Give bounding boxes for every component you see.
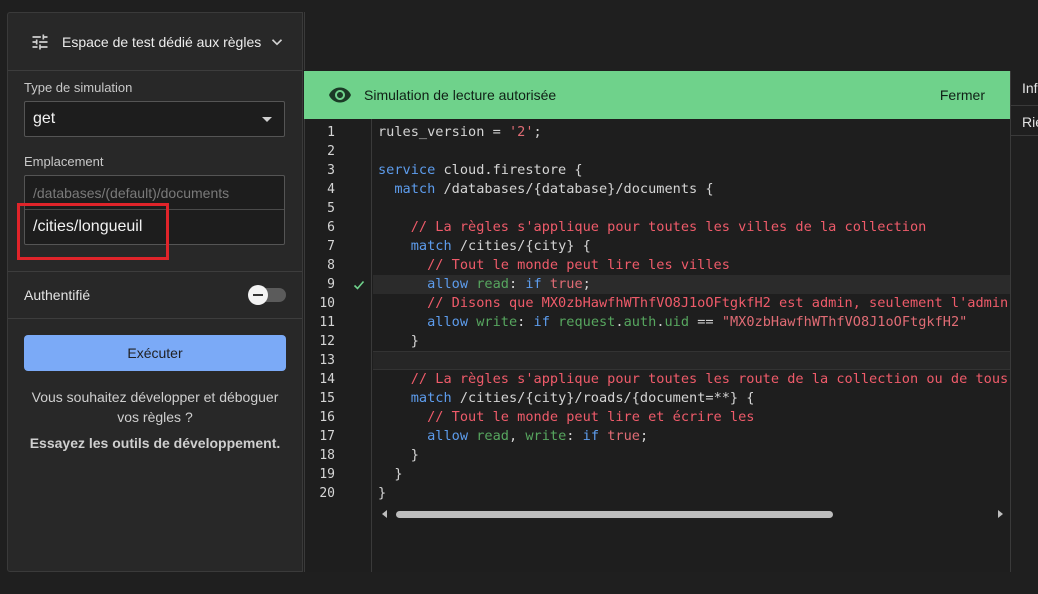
line-number: 5 [327,201,335,216]
line-number: 16 [319,410,335,425]
line-number: 13 [319,353,335,368]
dropdown-caret-icon [262,117,272,122]
code-line: // Disons que MX0zbHawfhWThfVO8J1oOFtgkf… [427,295,1009,311]
code-line [373,351,1010,370]
line-number: 19 [319,467,335,482]
code-line: } [378,333,419,349]
line-number: 7 [327,239,335,254]
horizontal-scrollbar[interactable] [378,508,1006,520]
line-number-gutter: 1 2 3 4 5 6 7 8 9 10 11 12 13 14 15 16 17 18 19 20 [305,119,372,572]
line-number: 4 [327,182,335,197]
info-panel-row: Rie [1011,106,1038,136]
tune-icon [32,34,48,49]
code-line: // La règles s'applique pour toutes les … [410,371,1009,387]
scroll-right-icon[interactable] [998,510,1003,518]
code-line: // Tout le monde peut lire les villes [427,257,730,273]
line-number: 18 [319,448,335,463]
eye-icon [329,87,351,103]
code-line: // La règles s'applique pour toutes les … [410,219,927,235]
info-panel-title: Inf [1011,71,1038,106]
code-line: allow write: if request.auth.uid == "MX0… [427,314,968,330]
run-button[interactable]: Exécuter [24,335,286,371]
code-line: } [378,447,419,463]
line-number: 17 [319,429,335,444]
playground-header[interactable]: Espace de test dédié aux règles [8,13,302,71]
auth-row: Authentifié [8,271,302,319]
playground-title: Espace de test dédié aux règles [62,33,262,50]
banner-message: Simulation de lecture autorisée [364,87,557,103]
scrollbar-thumb[interactable] [396,511,833,518]
code-line: match /cities/{city} { [410,238,591,254]
line-number: 11 [319,315,335,330]
code-area[interactable]: rules_version = '2'; service cloud.firest… [373,119,1010,572]
line-number: 9 [327,277,335,292]
simulation-type-select[interactable]: get [24,101,285,137]
dev-prompt: Vous souhaitez développer et déboguer vo… [31,389,279,425]
scroll-left-icon[interactable] [382,510,387,518]
auth-toggle[interactable] [248,285,286,305]
line-number: 20 [319,486,335,501]
code-line: match /databases/{database}/documents { [394,181,714,197]
simulation-type-value: get [33,110,56,127]
check-icon [353,280,365,290]
code-line: match /cities/{city}/roads/{document=**}… [410,390,755,406]
toolbar-strip [304,12,1038,70]
auth-label: Authentifié [24,287,91,303]
line-number: 14 [319,372,335,387]
code-line: } [378,485,387,501]
location-label: Emplacement [24,154,104,169]
line-number: 12 [319,334,335,349]
close-banner-button[interactable]: Fermer [940,87,985,103]
line-number: 3 [327,163,335,178]
simulation-banner: Simulation de lecture autorisée Fermer [304,71,1010,119]
line-number: 15 [319,391,335,406]
dev-tools-link[interactable]: Essayez les outils de développement. [24,435,286,451]
code-line: service cloud.firestore { [378,162,583,178]
code-line: } [378,466,403,482]
code-line: allow read, write: if true; [427,428,649,444]
rules-playground-panel: Espace de test dédié aux règles Type de … [7,12,303,572]
code-line: allow read: if true; [373,275,1010,294]
rules-editor[interactable]: 1 2 3 4 5 6 7 8 9 10 11 12 13 14 15 16 17 18 19 20 rules_ve… [304,119,1010,572]
line-number: 10 [319,296,335,311]
line-number: 1 [327,125,335,140]
toggle-knob [248,285,268,305]
highlight-annotation [17,203,169,260]
line-number: 8 [327,258,335,273]
line-number: 6 [327,220,335,235]
line-number: 2 [327,144,335,159]
code-line: // Tout le monde peut lire et écrire les [427,409,755,425]
code-line: rules_version = '2'; [378,124,542,140]
chevron-down-icon[interactable] [268,33,286,51]
simulation-type-label: Type de simulation [24,80,133,95]
info-panel: Inf Rie [1010,71,1038,572]
